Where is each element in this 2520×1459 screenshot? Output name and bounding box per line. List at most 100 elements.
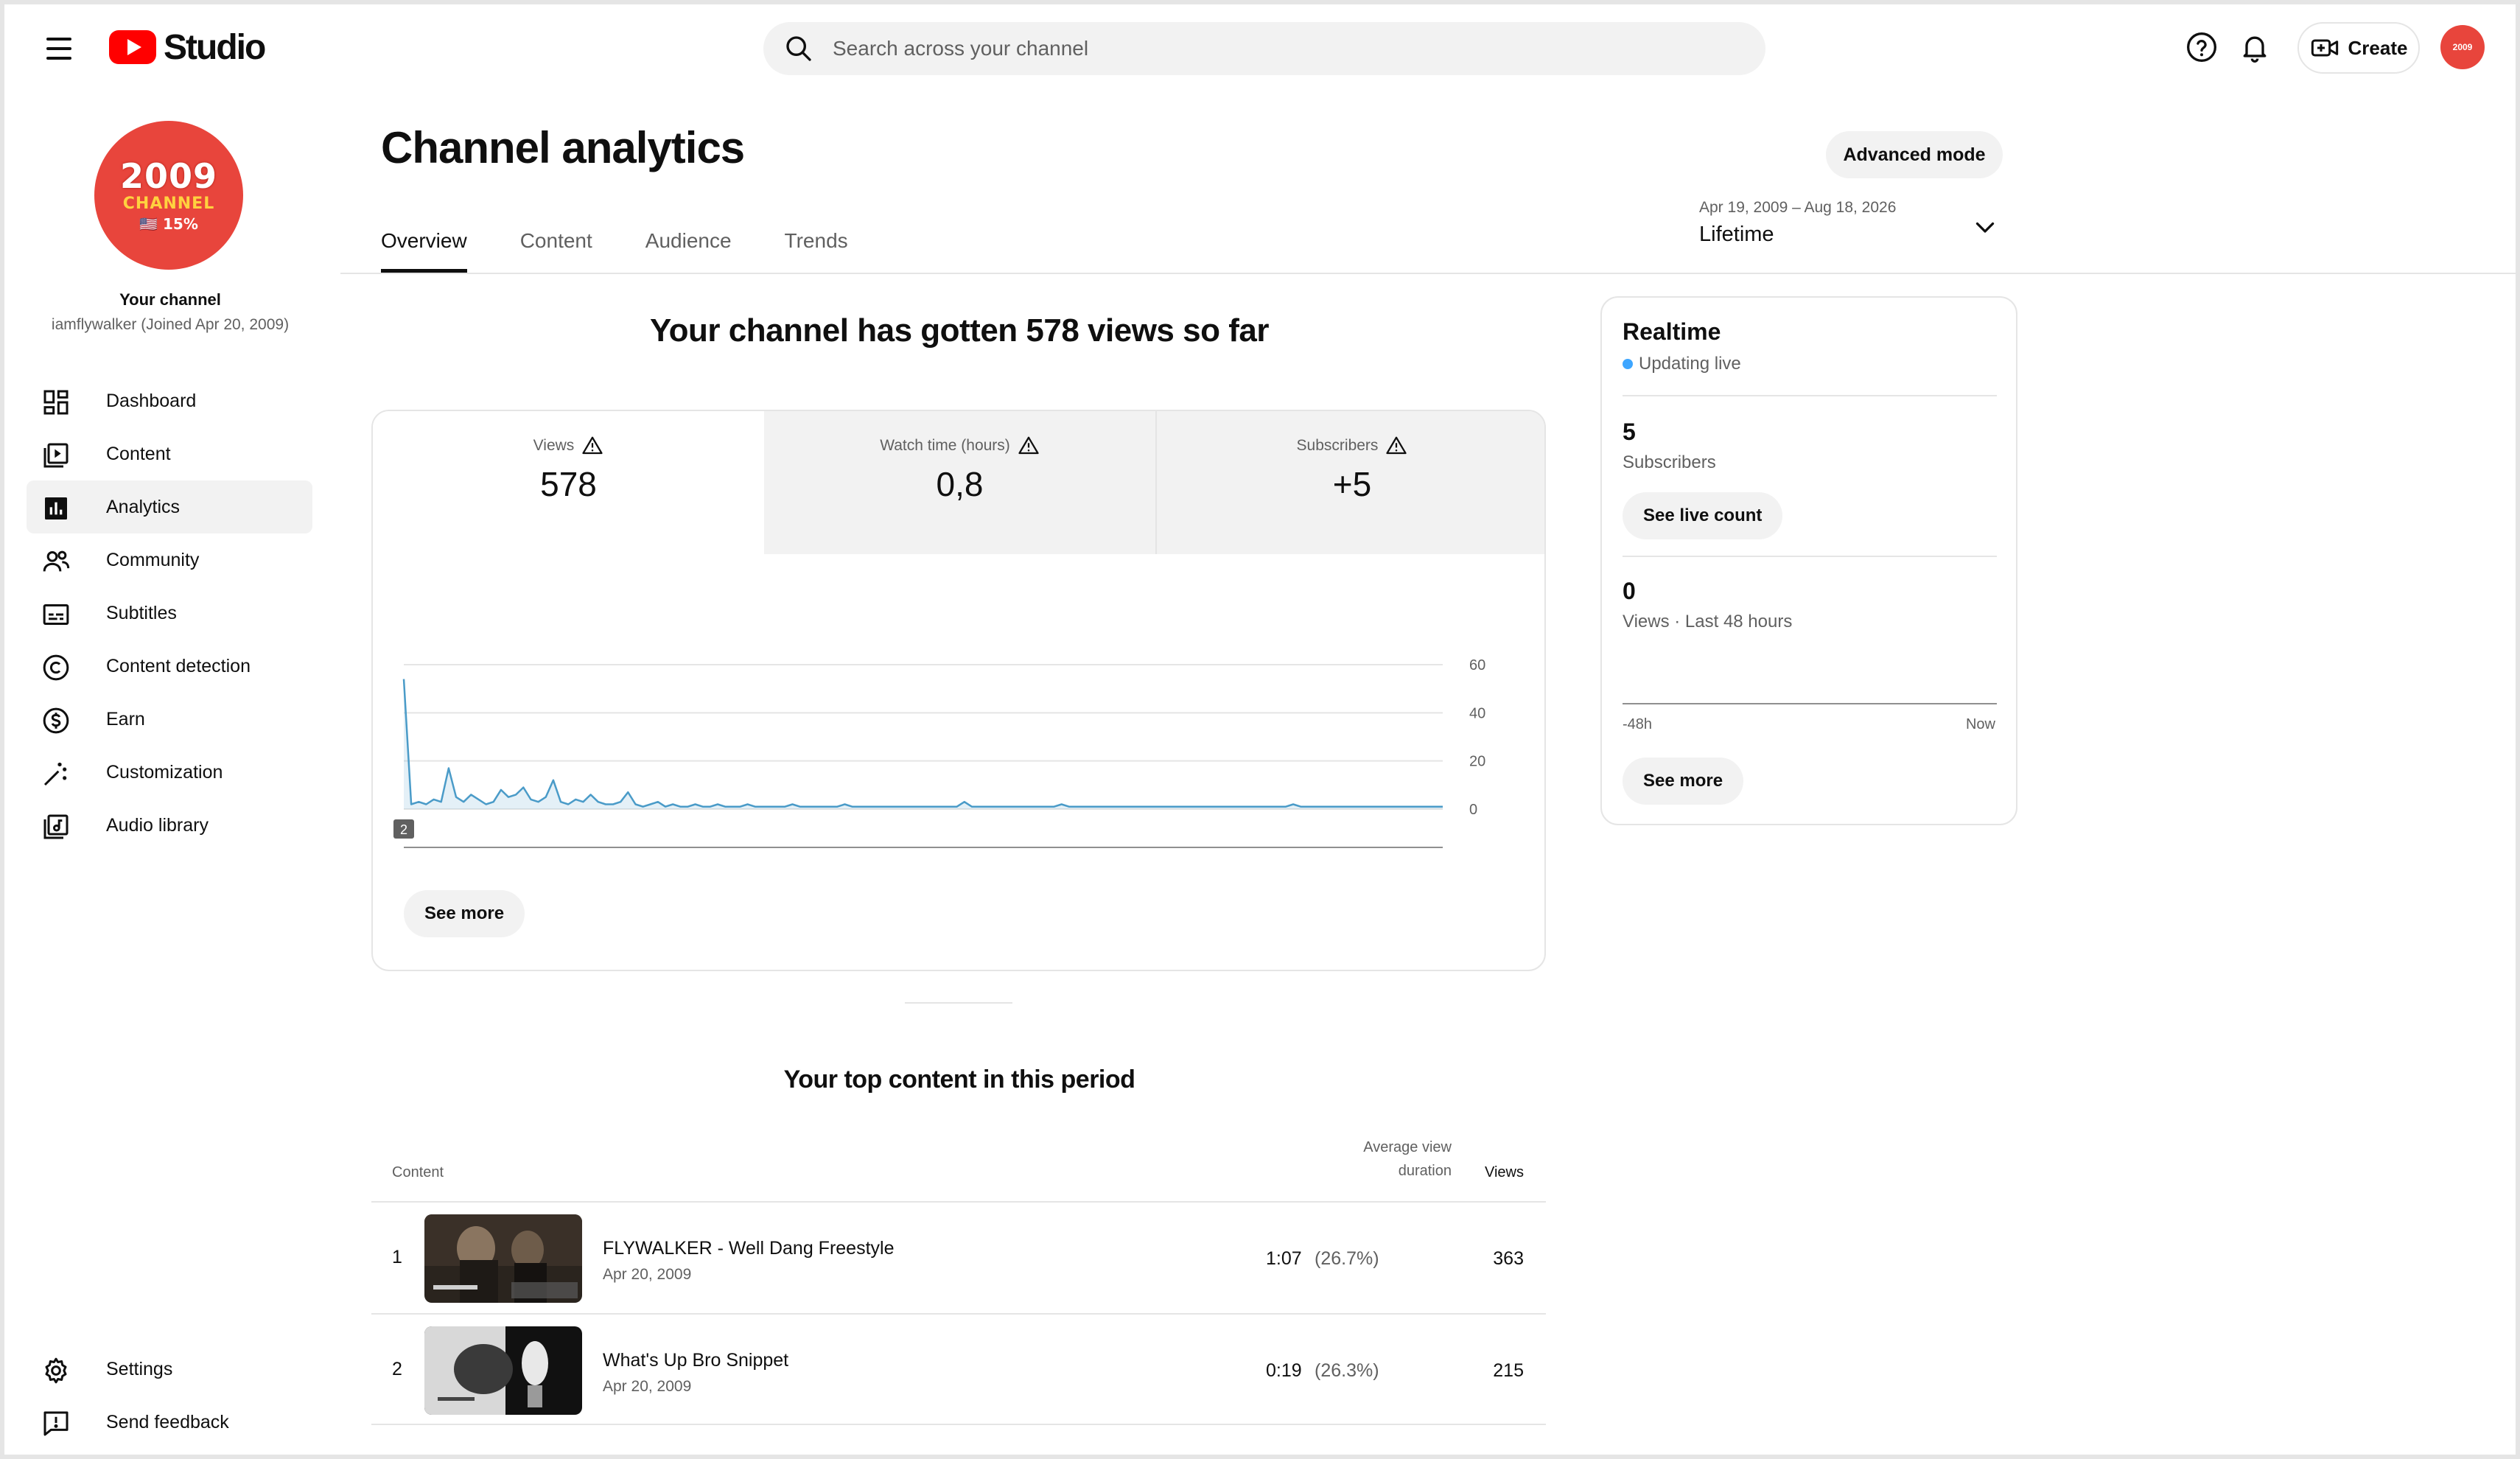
sidebar-item-community[interactable]: Community (27, 533, 312, 587)
sidebar-item-content-detection[interactable]: Content detection (27, 640, 312, 693)
realtime-axis-start: -48h (1623, 716, 1653, 732)
realtime-live-label: Updating live (1639, 354, 1741, 374)
date-range-selector[interactable]: Apr 19, 2009 – Aug 18, 2026 Lifetime (1699, 199, 2009, 255)
avg-view-percentage: (26.7%) (1315, 1248, 1379, 1269)
realtime-views-label: Views · Last 48 hours (1623, 612, 1793, 631)
see-live-count-button[interactable]: See live count (1623, 492, 1783, 539)
search-input[interactable] (833, 37, 1717, 60)
video-thumbnail[interactable] (424, 1214, 582, 1303)
realtime-divider (1623, 395, 1997, 396)
sidebar-item-label: Community (106, 549, 200, 570)
sidebar-item-audio-library[interactable]: Audio library (27, 799, 312, 852)
analytics-tabs: Overview Content Audience Trends (381, 223, 901, 273)
realtime-title: Realtime (1623, 318, 1721, 345)
sidebar-item-customization[interactable]: Customization (27, 746, 312, 799)
column-header-views: Views (1485, 1164, 1524, 1180)
sidebar-item-earn[interactable]: Earn (27, 693, 312, 746)
table-row[interactable]: 1 FLYWALKER - Well Dang Freestyle Apr 20… (371, 1201, 1546, 1313)
sidebar-item-label: Dashboard (106, 390, 197, 411)
notifications-bell-icon[interactable] (2237, 29, 2272, 65)
help-icon[interactable] (2184, 29, 2219, 65)
video-title[interactable]: What's Up Bro Snippet (603, 1350, 788, 1371)
hamburger-menu-icon[interactable] (37, 27, 81, 71)
metric-value: 0,8 (936, 465, 984, 503)
realtime-see-more-button[interactable]: See more (1623, 758, 1744, 805)
metric-name: Watch time (hours) (880, 437, 1010, 454)
video-date: Apr 20, 2009 (603, 1378, 692, 1395)
tab-overview[interactable]: Overview (381, 223, 467, 273)
live-dot-icon (1623, 359, 1633, 369)
advanced-mode-button[interactable]: Advanced mode (1826, 131, 2003, 178)
magic-wand-icon (41, 759, 71, 788)
section-divider (905, 1002, 1012, 1004)
channel-avatar[interactable]: 2009 CHANNEL 🇺🇸 15% (94, 121, 243, 270)
realtime-divider (1623, 556, 1997, 557)
create-label: Create (2348, 36, 2408, 59)
realtime-live-status: Updating live (1623, 354, 1741, 374)
sidebar-item-label: Settings (106, 1358, 173, 1379)
create-button[interactable]: Create (2297, 22, 2420, 74)
gear-icon (41, 1356, 71, 1385)
chart-see-more-button[interactable]: See more (404, 890, 525, 937)
column-header-avd-line2: duration (1398, 1163, 1452, 1179)
video-title[interactable]: FLYWALKER - Well Dang Freestyle (603, 1238, 894, 1259)
series-line (402, 679, 1443, 808)
table-row[interactable]: 2 What's Up Bro Snippet Apr 20, 2009 0:1… (371, 1313, 1546, 1425)
y-tick-label: 20 (1469, 754, 1485, 770)
metric-views-tab[interactable]: Views 578 (373, 411, 764, 554)
date-range-dates: Apr 19, 2009 – Aug 18, 2026 (1699, 199, 1897, 216)
sidebar-item-settings[interactable]: Settings (27, 1343, 312, 1396)
realtime-views-value: 0 (1623, 578, 1636, 604)
sidebar-item-label: Customization (106, 761, 223, 783)
search-bar[interactable] (763, 22, 1765, 75)
tab-trends[interactable]: Trends (785, 223, 848, 273)
sidebar-nav: Dashboard Content Analytics Community Su… (27, 374, 312, 852)
y-tick-label: 40 (1469, 705, 1485, 721)
feedback-icon (41, 1409, 71, 1438)
your-channel-label: Your channel (119, 290, 221, 309)
realtime-subscribers-label: Subscribers (1623, 452, 1716, 472)
realtime-card: Realtime Updating live 5 Subscribers See… (1600, 296, 2017, 825)
tab-content[interactable]: Content (520, 223, 592, 273)
content-icon (41, 441, 71, 470)
annotation-badge-text: 2 (400, 822, 407, 837)
left-sidebar: 2009 CHANNEL 🇺🇸 15% Your channel iamflyw… (4, 90, 336, 1455)
y-tick-label: 0 (1469, 802, 1477, 818)
column-header-content: Content (392, 1164, 444, 1180)
sidebar-item-label: Content (106, 443, 171, 464)
metric-watch-time-tab[interactable]: Watch time (hours) 0,8 (764, 411, 1155, 554)
account-avatar[interactable]: 2009 (2440, 25, 2485, 69)
tab-audience[interactable]: Audience (645, 223, 732, 273)
views-headline: Your channel has gotten 578 views so far (650, 312, 1269, 349)
sidebar-item-label: Send feedback (106, 1411, 229, 1432)
row-rank: 1 (392, 1247, 402, 1267)
sidebar-item-label: Audio library (106, 814, 209, 836)
avg-view-duration: 0:19 (1266, 1360, 1302, 1381)
audio-library-icon (41, 812, 71, 842)
metric-name: Subscribers (1296, 437, 1379, 454)
studio-wordmark: Studio (164, 27, 266, 67)
realtime-chart-baseline (1623, 703, 1997, 704)
sidebar-item-subtitles[interactable]: Subtitles (27, 587, 312, 640)
channel-handle: iamflywalker (Joined Apr 20, 2009) (51, 316, 290, 333)
realtime-axis-end: Now (1965, 716, 1995, 732)
studio-logo[interactable]: Studio (109, 27, 266, 68)
metric-name: Views (533, 437, 575, 454)
sidebar-item-send-feedback[interactable]: Send feedback (27, 1396, 312, 1449)
overview-chart-card: Views 578 Watch time (hours) 0,8 Subscri… (371, 410, 1546, 971)
sidebar-item-analytics[interactable]: Analytics (27, 480, 312, 533)
analytics-icon (41, 494, 71, 523)
sidebar-item-content[interactable]: Content (27, 427, 312, 480)
video-camera-plus-icon (2311, 39, 2338, 57)
copyright-icon (41, 653, 71, 682)
metric-subscribers-tab[interactable]: Subscribers +5 (1157, 411, 1544, 554)
dollar-icon (41, 706, 71, 735)
metric-value: 578 (540, 465, 597, 503)
metric-value: +5 (1332, 465, 1372, 503)
sidebar-item-dashboard[interactable]: Dashboard (27, 374, 312, 427)
warning-icon (1018, 436, 1039, 455)
warning-icon (1386, 436, 1407, 455)
sidebar-item-label: Subtitles (106, 602, 177, 623)
video-thumbnail[interactable] (424, 1326, 582, 1415)
column-header-avd-line1: Average view (1363, 1139, 1452, 1155)
